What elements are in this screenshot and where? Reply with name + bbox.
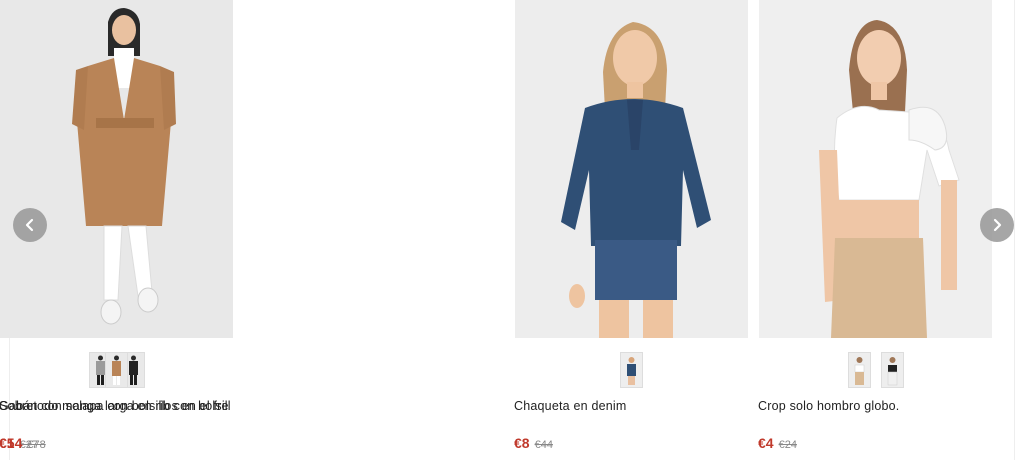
thumbnail-crop-top-black[interactable] [880, 352, 904, 388]
price-group: €14 €78 [0, 435, 46, 451]
sale-price: €4 [758, 435, 774, 451]
chevron-right-icon [993, 218, 1002, 232]
chevron-left-icon [25, 218, 34, 232]
product-carousel: Chaqueta en denim €8 €44 Crop solo hombr… [0, 0, 1024, 460]
product-name[interactable]: Gabán con solapa con bolsillos en el fre [0, 399, 239, 413]
product-name[interactable]: Crop solo hombro globo. [758, 399, 998, 413]
price-group: €4 €24 [758, 435, 797, 451]
product-name[interactable]: Chaqueta en denim [514, 399, 754, 413]
product-image[interactable] [515, 0, 748, 338]
original-price: €78 [27, 439, 46, 451]
color-thumbnails [0, 352, 233, 388]
thumbnail-denim-jacket[interactable] [620, 352, 643, 388]
original-price: €44 [534, 439, 553, 451]
product-image[interactable] [0, 0, 233, 338]
color-thumbnails [515, 352, 748, 388]
product-image[interactable] [759, 0, 992, 338]
product-card[interactable]: Chaqueta en denim €8 €44 [514, 0, 748, 460]
price-group: €8 €44 [514, 435, 553, 451]
color-thumbnails [759, 352, 992, 388]
carousel-prev-button[interactable] [13, 208, 47, 242]
thumbnail-crop-top-white[interactable] [847, 352, 871, 388]
original-price: €24 [778, 439, 797, 451]
carousel-right-edge [1014, 0, 1015, 460]
carousel-next-button[interactable] [980, 208, 1014, 242]
sale-price: €8 [514, 435, 530, 451]
sale-price: €14 [0, 435, 23, 451]
product-card[interactable]: Crop solo hombro globo. €4 €24 [758, 0, 992, 460]
thumbnail-trench-camel[interactable] [105, 352, 128, 388]
